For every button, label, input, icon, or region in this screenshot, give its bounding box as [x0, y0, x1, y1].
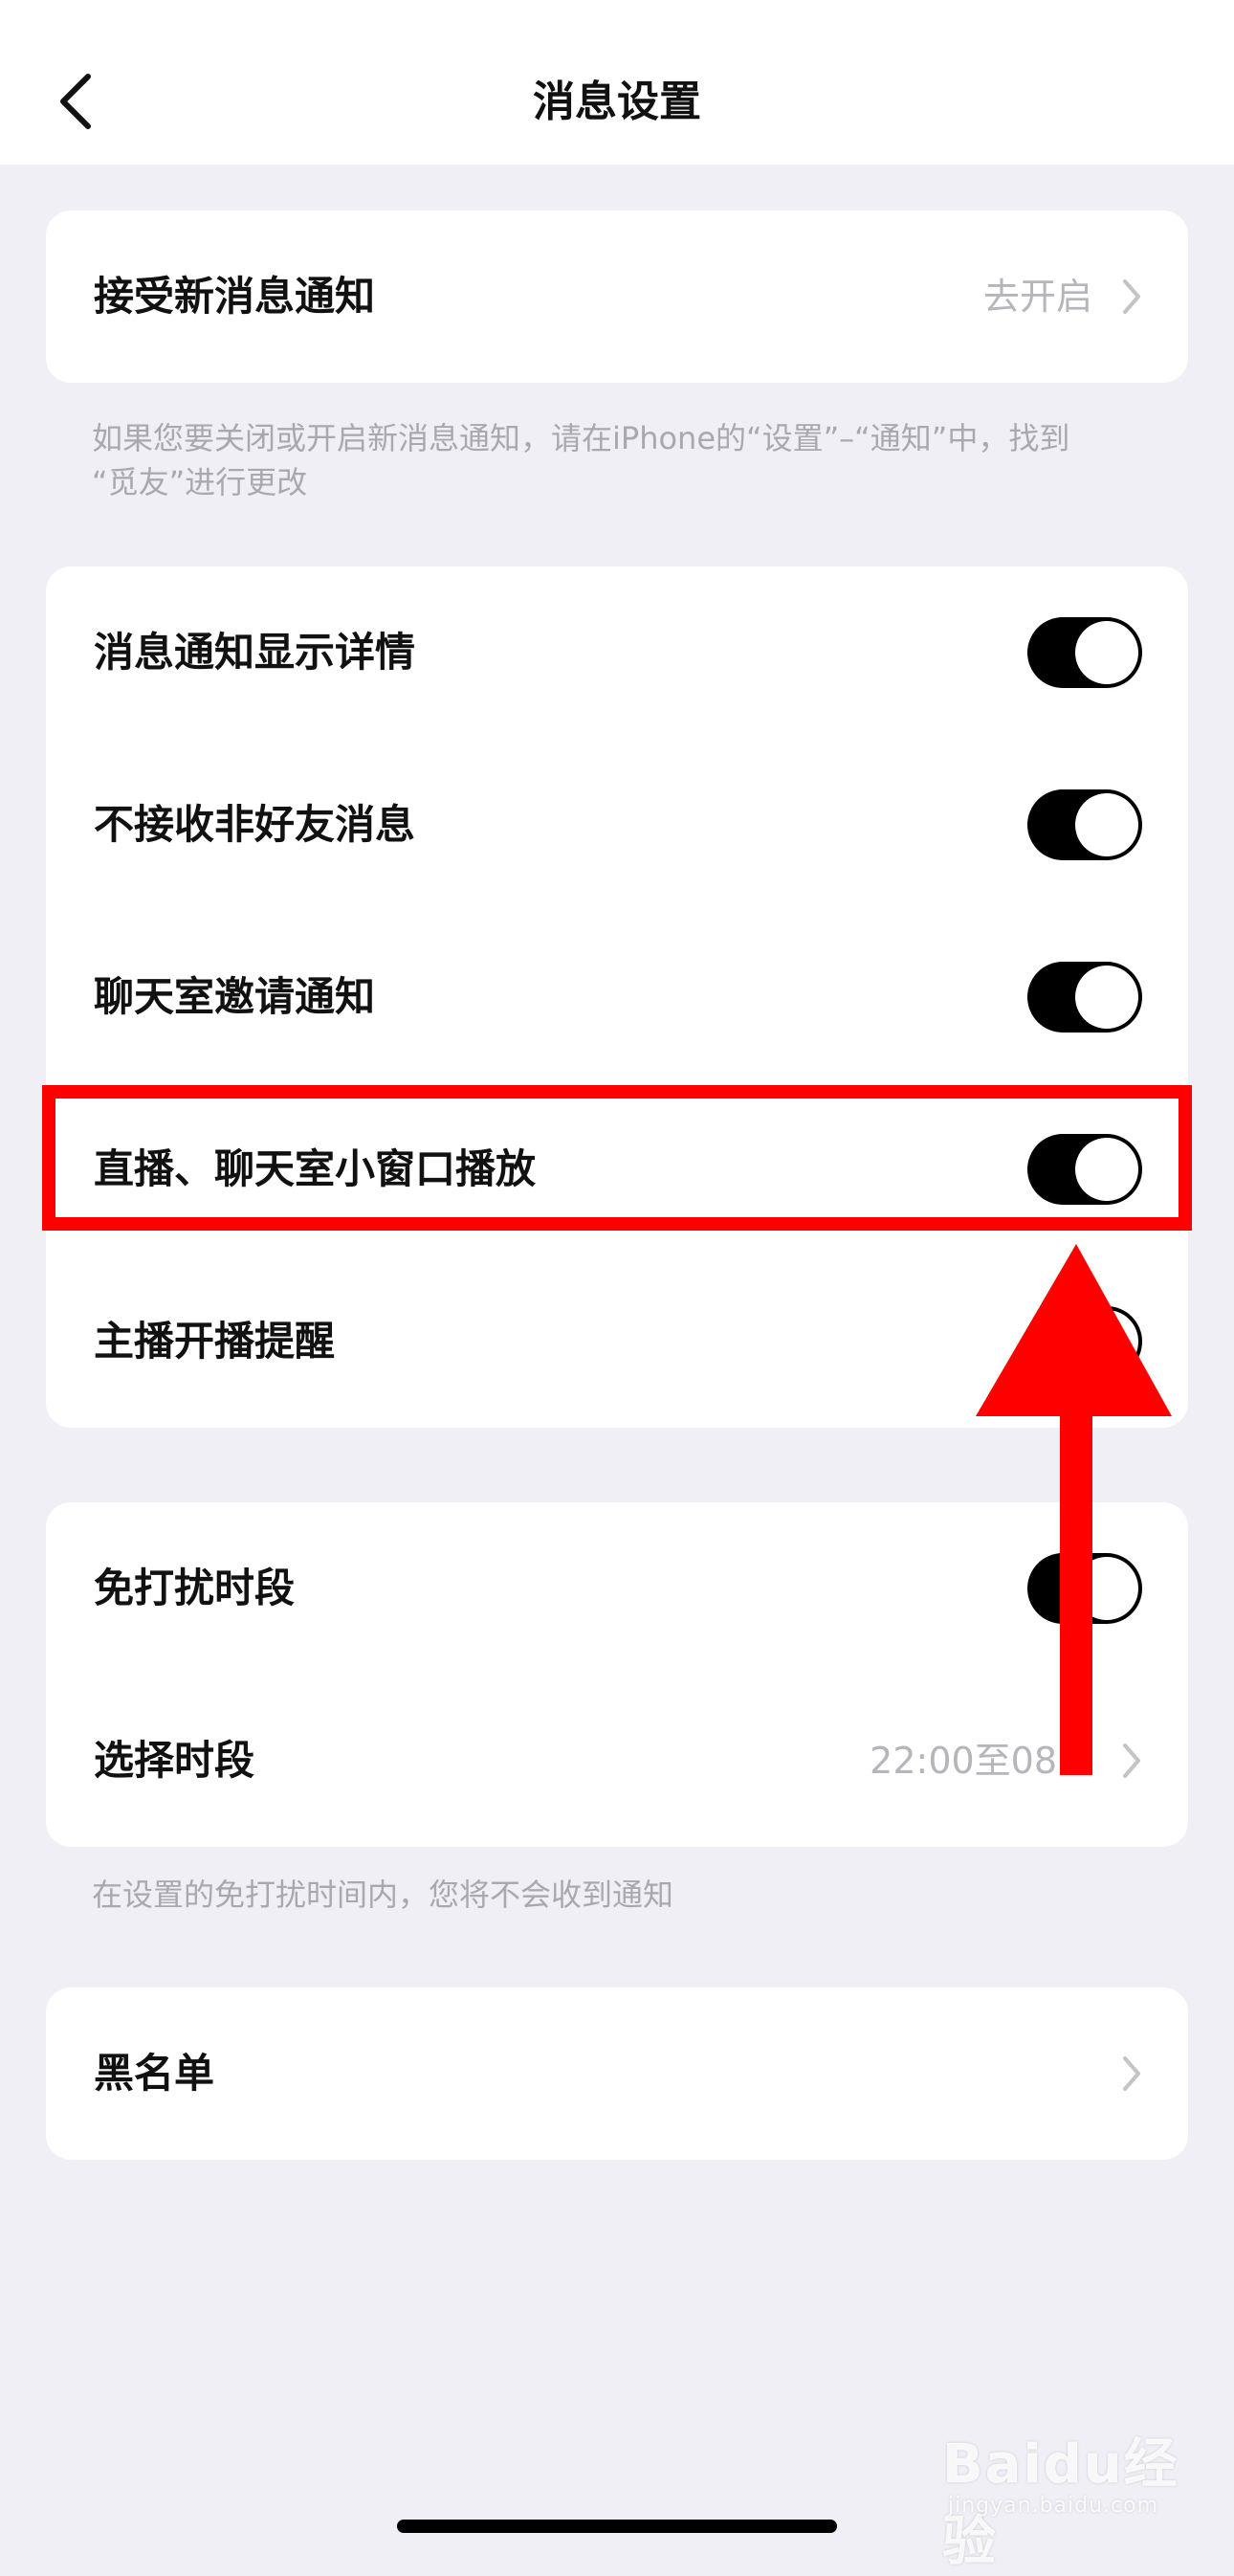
toggle-knob: [1075, 966, 1138, 1029]
dnd-label: 免打扰时段: [94, 1565, 296, 1611]
highlight-box: [42, 1085, 1192, 1231]
notification-footnote: 如果您要关闭或开启新消息通知，请在iPhone的“设置”–“通知”中，找到 “觅…: [92, 416, 1069, 504]
blacklist-card: 黑名单: [46, 1988, 1188, 2160]
toggle-label-chatroom-invite: 聊天室邀请通知: [94, 973, 376, 1020]
toggle-row-chatroom-invite: 聊天室邀请通知: [46, 911, 1188, 1083]
toggle-switch-non-friends[interactable]: [1027, 789, 1142, 860]
blacklist-row[interactable]: 黑名单: [46, 1988, 1188, 2160]
baidu-watermark: Baidu经验 jingyan.baidu.com: [942, 2402, 1191, 2573]
notification-card: 接受新消息通知 去开启: [46, 211, 1188, 383]
toggle-switch-chatroom-invite[interactable]: [1027, 962, 1142, 1033]
notification-label: 接受新消息通知: [94, 273, 376, 320]
toggle-knob: [1075, 793, 1138, 856]
nav-bar: 消息设置: [0, 0, 1234, 165]
up-arrow-icon: [976, 1244, 1172, 1775]
notification-footnote-line1: 如果您要关闭或开启新消息通知，请在iPhone的“设置”–“通知”中，找到: [92, 420, 1070, 456]
toggle-label-live-reminder: 主播开播提醒: [94, 1318, 336, 1365]
watermark-url: jingyan.baidu.com: [948, 2494, 1159, 2518]
page-title: 消息设置: [533, 78, 701, 126]
dnd-footnote: 在设置的免打扰时间内，您将不会收到通知: [92, 1876, 674, 1913]
toggle-label-details: 消息通知显示详情: [94, 629, 416, 676]
toggle-row-non-friends: 不接收非好友消息: [46, 739, 1188, 911]
notification-row[interactable]: 接受新消息通知 去开启: [46, 211, 1188, 383]
toggle-label-non-friends: 不接收非好友消息: [94, 801, 416, 848]
chevron-right-icon: [1123, 279, 1140, 314]
toggle-row-details: 消息通知显示详情: [46, 566, 1188, 739]
blacklist-label: 黑名单: [94, 2050, 215, 2097]
notification-footnote-line2: “觅友”进行更改: [92, 464, 308, 500]
toggle-knob: [1075, 621, 1138, 684]
chevron-right-icon: [1123, 2056, 1140, 2091]
period-label: 选择时段: [94, 1737, 255, 1784]
notification-status: 去开启: [982, 276, 1092, 318]
home-indicator[interactable]: [397, 2520, 837, 2533]
toggle-switch-details[interactable]: [1027, 617, 1142, 688]
